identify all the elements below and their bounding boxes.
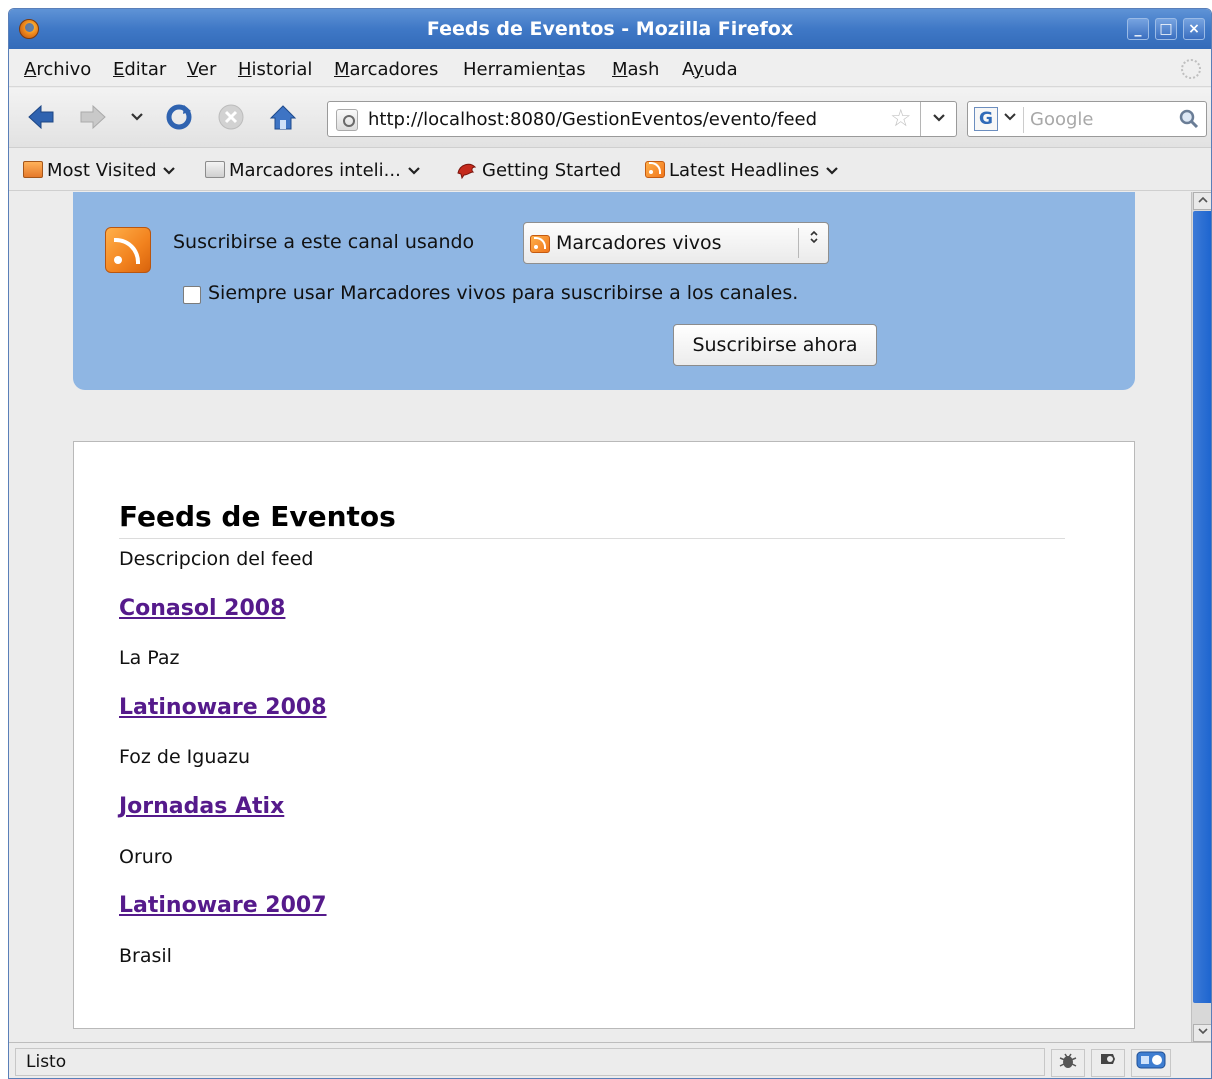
always-use-label[interactable]: Siempre usar Marcadores vivos para suscr… xyxy=(208,282,798,304)
entry-text: Brasil xyxy=(119,945,172,967)
vertical-scrollbar[interactable] xyxy=(1191,192,1211,1042)
menu-editar[interactable]: Editar xyxy=(113,59,166,80)
feed-subscribe-header: Suscribirse a este canal usando Marcador… xyxy=(73,192,1135,390)
getting-started-icon xyxy=(457,163,477,179)
back-arrow-icon xyxy=(28,104,54,130)
menu-ayuda[interactable]: Ayuda xyxy=(682,59,738,80)
back-button[interactable] xyxy=(25,102,57,134)
browser-window: Feeds de Eventos - Mozilla Firefox _ □ ×… xyxy=(8,8,1212,1079)
menu-bar: Archivo Editar Ver Historial Marcadores … xyxy=(9,49,1211,87)
site-identity-icon[interactable] xyxy=(336,109,358,131)
status-text: Listo xyxy=(15,1048,1045,1076)
stop-button[interactable] xyxy=(215,102,247,134)
live-bookmark-icon xyxy=(530,235,550,253)
maximize-button[interactable]: □ xyxy=(1155,18,1177,40)
stop-icon xyxy=(218,104,244,130)
always-use-checkbox[interactable] xyxy=(183,286,201,304)
select-arrows-icon xyxy=(798,228,828,258)
feed-reader-selected: Marcadores vivos xyxy=(556,232,722,254)
chevron-down-icon xyxy=(932,114,945,122)
google-engine-icon: G xyxy=(974,107,998,131)
reload-icon xyxy=(166,104,192,130)
entry-text: Foz de Iguazu xyxy=(119,746,251,768)
feed-rss-icon xyxy=(105,227,151,273)
menu-historial[interactable]: Historial xyxy=(238,59,312,80)
scrollbar-thumb[interactable] xyxy=(1193,211,1211,1003)
title-divider xyxy=(119,538,1065,539)
chevron-down-icon xyxy=(131,113,143,121)
chevron-down-icon xyxy=(163,167,176,175)
rss-icon xyxy=(645,161,665,178)
bookmarks-toolbar: Most Visited Marcadores inteli... Gettin… xyxy=(9,149,1211,191)
home-icon xyxy=(269,105,297,130)
entry-text: La Paz xyxy=(119,647,180,669)
url-dropdown-button[interactable] xyxy=(920,102,956,136)
subscribe-label: Suscribirse a este canal usando xyxy=(173,231,475,253)
close-button[interactable]: × xyxy=(1183,18,1205,40)
forward-arrow-icon xyxy=(80,104,106,130)
chevron-down-icon xyxy=(407,167,420,175)
menu-ver[interactable]: Ver xyxy=(187,59,216,80)
search-icon[interactable] xyxy=(1178,108,1200,130)
status-bar: Listo xyxy=(9,1042,1211,1078)
url-bar[interactable]: http://localhost:8080/GestionEventos/eve… xyxy=(327,101,957,137)
bookmark-getting-started[interactable]: Getting Started xyxy=(456,160,621,181)
bookmark-most-visited[interactable]: Most Visited xyxy=(23,160,176,181)
scroll-down-button[interactable] xyxy=(1193,1024,1211,1042)
star-icon[interactable]: ☆ xyxy=(890,104,912,132)
home-button[interactable] xyxy=(267,102,299,134)
history-dropdown-button[interactable] xyxy=(121,102,153,134)
menu-mash[interactable]: Mash xyxy=(612,59,659,80)
menu-marcadores[interactable]: Marcadores xyxy=(334,59,438,80)
search-input[interactable]: Google xyxy=(1030,109,1093,130)
entry-link-jornadas-atix[interactable]: Jornadas Atix xyxy=(119,794,284,819)
menu-archivo[interactable]: Archivo xyxy=(24,59,91,80)
entry-text: Oruro xyxy=(119,846,173,868)
update-notifier-icon[interactable] xyxy=(1131,1049,1171,1077)
feed-title: Feeds de Eventos xyxy=(119,500,396,533)
feed-body: Feeds de Eventos Descripcion del feed Co… xyxy=(73,441,1135,1029)
firebug-icon[interactable] xyxy=(1051,1049,1085,1077)
entry-link-conasol-2008[interactable]: Conasol 2008 xyxy=(119,596,285,621)
entry-link-latinoware-2008[interactable]: Latinoware 2008 xyxy=(119,695,327,720)
title-bar: Feeds de Eventos - Mozilla Firefox _ □ × xyxy=(9,9,1211,49)
addon-icon[interactable] xyxy=(1091,1049,1125,1077)
forward-button[interactable] xyxy=(77,102,109,134)
search-box[interactable]: G Google xyxy=(967,101,1207,137)
minimize-button[interactable]: _ xyxy=(1127,18,1149,40)
feed-description: Descripcion del feed xyxy=(119,548,314,570)
smart-folder-icon xyxy=(23,161,43,178)
bookmark-marcadores-inteligentes[interactable]: Marcadores inteli... xyxy=(205,160,421,181)
chevron-down-icon xyxy=(826,167,838,175)
bookmark-latest-headlines[interactable]: Latest Headlines xyxy=(645,160,839,181)
menu-herramientas[interactable]: Herramientas xyxy=(463,59,586,80)
throbber-icon xyxy=(1181,59,1201,79)
scroll-up-button[interactable] xyxy=(1193,192,1211,210)
url-text[interactable]: http://localhost:8080/GestionEventos/eve… xyxy=(368,109,817,130)
subscribe-now-button[interactable]: Suscribirse ahora xyxy=(673,324,877,366)
entry-link-latinoware-2007[interactable]: Latinoware 2007 xyxy=(119,893,327,918)
folder-icon xyxy=(205,161,225,178)
feed-reader-select[interactable]: Marcadores vivos xyxy=(523,222,829,264)
navigation-toolbar: http://localhost:8080/GestionEventos/eve… xyxy=(9,88,1211,148)
reload-button[interactable] xyxy=(163,102,195,134)
window-title: Feeds de Eventos - Mozilla Firefox xyxy=(426,18,794,40)
search-engine-selector[interactable]: G xyxy=(972,107,1024,133)
page-content: Suscribirse a este canal usando Marcador… xyxy=(9,192,1191,1042)
chevron-down-icon xyxy=(1004,110,1016,124)
